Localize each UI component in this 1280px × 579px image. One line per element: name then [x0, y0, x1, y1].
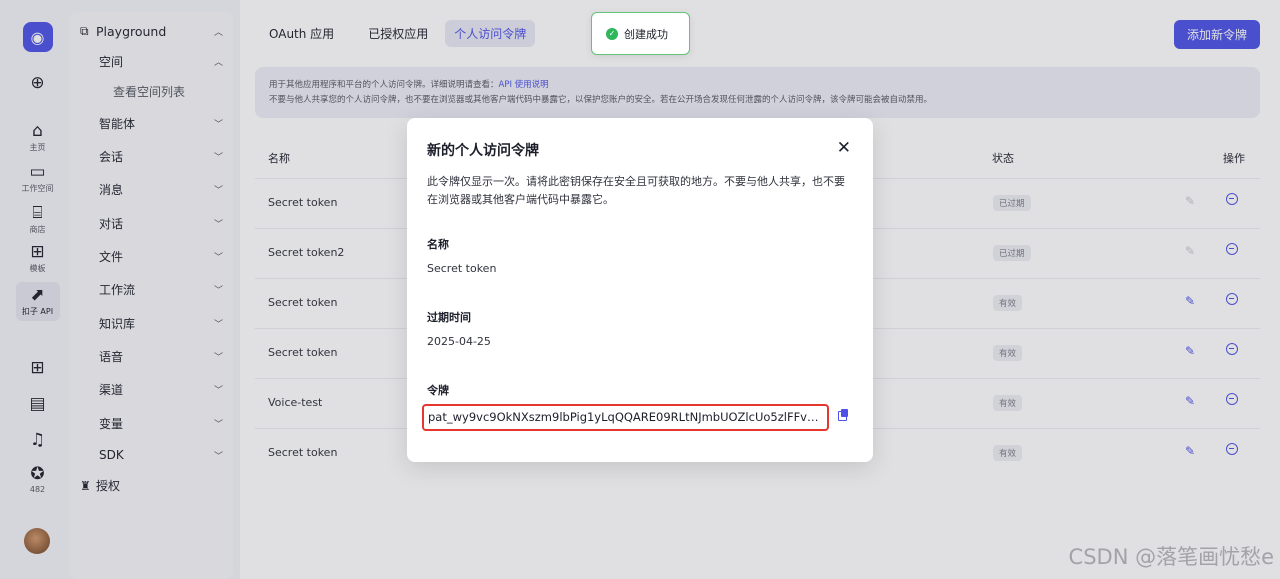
name-value: Secret token — [427, 262, 497, 275]
check-circle-icon: ✓ — [606, 27, 618, 40]
token-value[interactable]: pat_wy9vc9OkNXszm9lbPig1yLqQQARE09RLtNJm… — [422, 404, 829, 431]
success-toast: ✓ 创建成功 — [591, 12, 690, 55]
close-icon[interactable]: ✕ — [837, 138, 851, 158]
expire-value: 2025-04-25 — [427, 335, 491, 348]
new-token-dialog: 新的个人访问令牌 ✕ 此令牌仅显示一次。请将此密钥保存在安全且可获取的地方。不要… — [407, 118, 873, 462]
toast-message: 创建成功 — [624, 27, 668, 41]
watermark: CSDN @落笔画忧愁e — [1068, 545, 1274, 569]
copy-icon[interactable] — [838, 409, 848, 421]
expire-label: 过期时间 — [427, 311, 471, 324]
dialog-description: 此令牌仅显示一次。请将此密钥保存在安全且可获取的地方。不要与他人共享，也不要在浏… — [427, 175, 845, 206]
token-label: 令牌 — [427, 384, 449, 397]
name-label: 名称 — [427, 238, 449, 251]
dialog-title: 新的个人访问令牌 — [427, 143, 539, 159]
